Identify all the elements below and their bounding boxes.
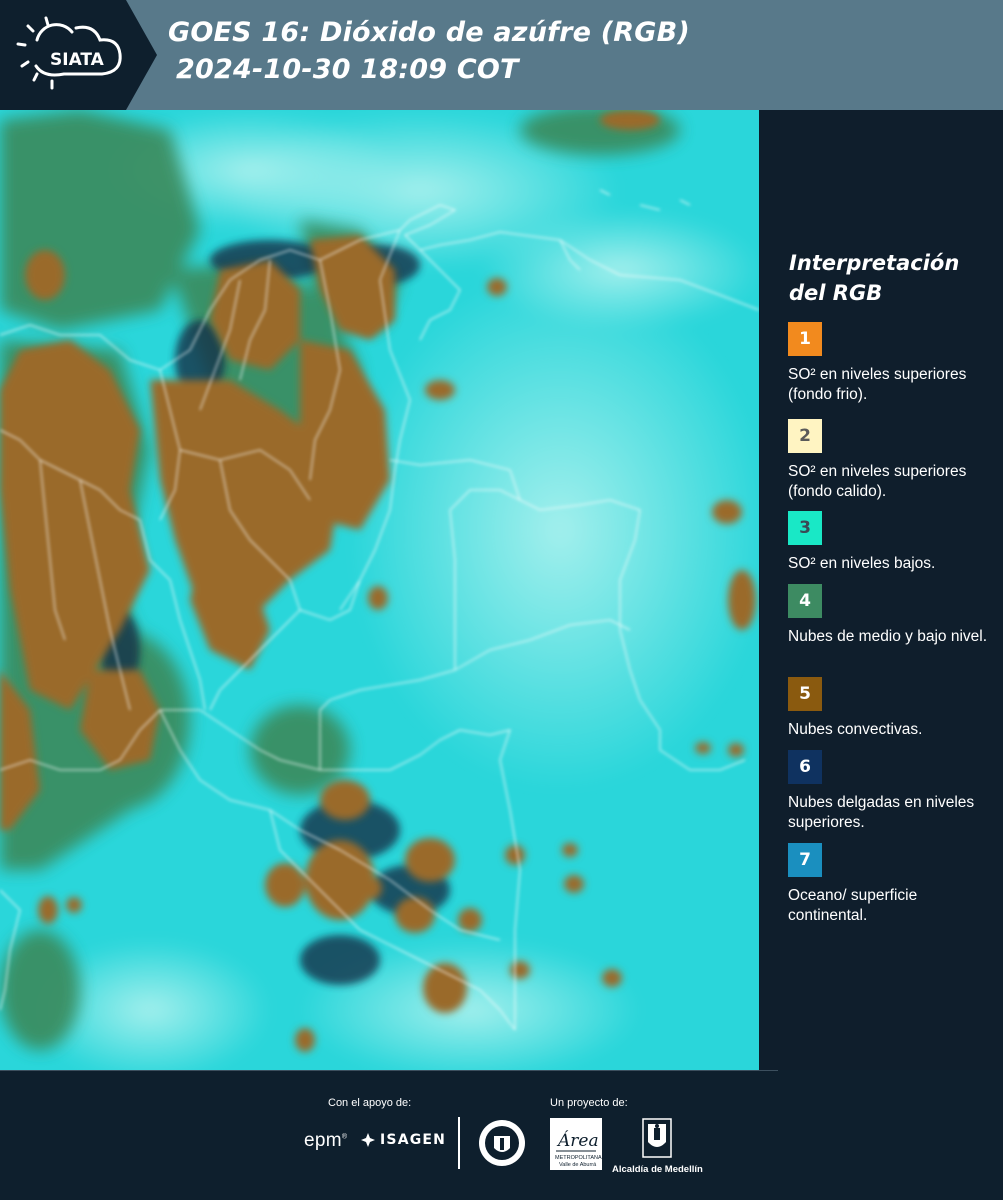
satellite-map xyxy=(0,110,759,1070)
legend-panel: Interpretación del RGB 1 SO² en niveles … xyxy=(760,110,1003,1070)
legend-swatch: 5 xyxy=(788,677,822,711)
legend-number: 7 xyxy=(799,850,811,870)
legend-number: 2 xyxy=(799,426,811,446)
legend-number: 4 xyxy=(799,591,811,611)
legend-item-7: 7 Oceano/ superficie continental. xyxy=(788,843,988,926)
siata-logo-text: SIATA xyxy=(50,50,105,70)
legend-swatch: 6 xyxy=(788,750,822,784)
alcaldia-shield-icon xyxy=(642,1118,672,1158)
legend-swatch: 7 xyxy=(788,843,822,877)
footer-divider xyxy=(458,1117,460,1169)
legend-title: Interpretación del RGB xyxy=(789,251,960,305)
legend-swatch: 2 xyxy=(788,419,822,453)
isagen-logo: ISAGEN xyxy=(360,1132,446,1148)
legend-item-3: 3 SO² en niveles bajos. xyxy=(788,511,988,574)
alcaldia-logo: Alcaldía de Medellín xyxy=(612,1118,703,1175)
epm-logo: epm® xyxy=(304,1130,348,1151)
legend-swatch: 4 xyxy=(788,584,822,618)
legend-swatch: 1 xyxy=(788,322,822,356)
header-bar: SIATA GOES 16: Dióxido de azúfre (RGB) 2… xyxy=(0,0,1003,110)
page-title: GOES 16: Dióxido de azúfre (RGB) 2024-10… xyxy=(168,14,690,88)
legend-label: Nubes convectivas. xyxy=(788,721,923,738)
legend-label: Oceano/ superficie continental. xyxy=(788,887,918,924)
legend-item-6: 6 Nubes delgadas en niveles superiores. xyxy=(788,750,988,833)
footer-separator xyxy=(0,1070,778,1071)
area-logo-sub: METROPOLITANA xyxy=(555,1155,602,1161)
area-logo-text: Área xyxy=(556,1130,599,1151)
medellin-seal-icon xyxy=(479,1120,525,1166)
isagen-logo-text: ISAGEN xyxy=(380,1132,447,1148)
legend-label: SO² en niveles bajos. xyxy=(788,555,936,572)
legend-item-4: 4 Nubes de medio y bajo nivel. xyxy=(788,584,988,647)
legend-label: SO² en niveles superiores (fondo calido)… xyxy=(788,463,967,500)
area-logo-sub2: Valle de Aburrá xyxy=(559,1162,597,1168)
legend-label: Nubes delgadas en niveles superiores. xyxy=(788,794,975,831)
siata-logo: SIATA xyxy=(16,16,122,90)
legend-number: 6 xyxy=(799,757,811,777)
legend-number: 5 xyxy=(799,684,811,704)
legend-number: 3 xyxy=(799,518,811,538)
satellite-image xyxy=(0,110,759,1070)
alcaldia-label: Alcaldía de Medellín xyxy=(612,1164,703,1175)
legend-label: SO² en niveles superiores (fondo frio). xyxy=(788,366,967,403)
legend-item-2: 2 SO² en niveles superiores (fondo calid… xyxy=(788,419,988,502)
support-caption: Con el apoyo de: xyxy=(328,1097,412,1109)
area-metropolitana-mark: Área METROPOLITANA Valle de Aburrá xyxy=(550,1118,602,1170)
title-line-2: 2024-10-30 18:09 COT xyxy=(176,54,519,85)
isagen-mark-icon xyxy=(361,1133,375,1147)
legend-swatch: 3 xyxy=(788,511,822,545)
legend-item-5: 5 Nubes convectivas. xyxy=(788,677,988,740)
legend-number: 1 xyxy=(799,329,811,349)
legend-label: Nubes de medio y bajo nivel. xyxy=(788,628,988,645)
area-metropolitana-logo: Área METROPOLITANA Valle de Aburrá xyxy=(550,1118,602,1175)
epm-logo-text: epm xyxy=(304,1130,342,1151)
footer: Con el apoyo de: Un proyecto de: epm® IS… xyxy=(0,1070,1003,1200)
title-line-1: GOES 16: Dióxido de azúfre (RGB) xyxy=(168,17,690,48)
legend-item-1: 1 SO² en niveles superiores (fondo frio)… xyxy=(788,322,988,405)
project-caption: Un proyecto de: xyxy=(550,1097,628,1109)
